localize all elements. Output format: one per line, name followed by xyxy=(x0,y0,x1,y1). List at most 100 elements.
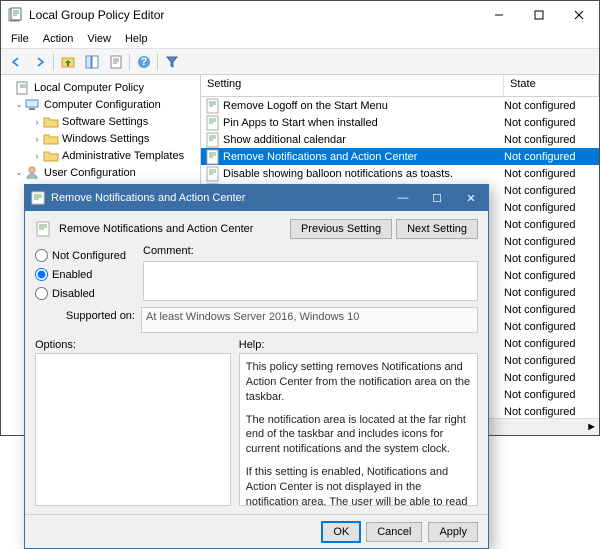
up-button[interactable] xyxy=(57,51,79,73)
radio-label: Enabled xyxy=(52,269,92,281)
supported-row: Supported on: At least Windows Server 20… xyxy=(35,307,478,333)
menubar: File Action View Help xyxy=(1,29,599,49)
config-row: Not Configured Enabled Disabled Comment: xyxy=(35,245,478,301)
row-state: Not configured xyxy=(504,253,599,265)
row-setting: Pin Apps to Start when installed xyxy=(223,117,504,129)
comment-label: Comment: xyxy=(143,245,478,257)
panels-row: Options: Help: This policy setting remov… xyxy=(35,339,478,506)
menu-file[interactable]: File xyxy=(5,31,35,47)
show-hide-tree-button[interactable] xyxy=(81,51,103,73)
row-setting: Disable showing balloon notifications as… xyxy=(223,168,504,180)
dialog-title: Remove Notifications and Action Center xyxy=(51,192,386,204)
close-button[interactable] xyxy=(559,1,599,29)
row-state: Not configured xyxy=(504,202,599,214)
policy-item-icon xyxy=(205,149,221,165)
row-state: Not configured xyxy=(504,355,599,367)
separator-icon xyxy=(129,53,131,71)
scroll-right-icon[interactable]: ► xyxy=(586,421,597,433)
dialog-maximize-button[interactable]: ☐ xyxy=(420,185,454,211)
list-row[interactable]: Remove Logoff on the Start MenuNot confi… xyxy=(201,97,599,114)
minimize-button[interactable] xyxy=(479,1,519,29)
window-buttons xyxy=(479,1,599,29)
menu-action[interactable]: Action xyxy=(37,31,80,47)
tree-label: Administrative Templates xyxy=(62,150,184,162)
tree-label: User Configuration xyxy=(44,167,136,179)
cancel-button[interactable]: Cancel xyxy=(366,522,422,542)
app-icon xyxy=(7,7,23,23)
menu-view[interactable]: View xyxy=(81,31,117,47)
forward-button[interactable] xyxy=(29,51,51,73)
tree-cc-software[interactable]: ›Software Settings xyxy=(3,113,198,130)
options-box[interactable] xyxy=(35,353,231,506)
dialog-body: Remove Notifications and Action Center P… xyxy=(25,211,488,514)
options-panel: Options: xyxy=(35,339,231,506)
dialog-icon xyxy=(31,191,45,205)
dialog-minimize-button[interactable]: — xyxy=(386,185,420,211)
row-state: Not configured xyxy=(504,287,599,299)
row-state: Not configured xyxy=(504,236,599,248)
help-p1: This policy setting removes Notification… xyxy=(246,360,471,405)
tree-user-config[interactable]: ⌄User Configuration xyxy=(3,164,198,181)
separator-icon xyxy=(53,53,55,71)
radio-label: Disabled xyxy=(52,288,95,300)
tree-cc-admin[interactable]: ›Administrative Templates xyxy=(3,147,198,164)
back-button[interactable] xyxy=(5,51,27,73)
dialog-close-button[interactable]: ✕ xyxy=(454,185,488,211)
tree-label: Windows Settings xyxy=(62,133,149,145)
tree-label: Software Settings xyxy=(62,116,148,128)
list-row[interactable]: Show additional calendarNot configured xyxy=(201,131,599,148)
separator-icon xyxy=(157,53,159,71)
col-setting[interactable]: Setting xyxy=(201,75,504,96)
policy-icon xyxy=(35,221,51,237)
radio-not-configured[interactable]: Not Configured xyxy=(35,249,135,262)
row-state: Not configured xyxy=(504,338,599,350)
tree-cc-windows[interactable]: ›Windows Settings xyxy=(3,130,198,147)
row-setting: Show additional calendar xyxy=(223,134,504,146)
row-state: Not configured xyxy=(504,100,599,112)
policy-heading: Remove Notifications and Action Center xyxy=(59,223,282,235)
radio-label: Not Configured xyxy=(52,250,126,262)
dialog-header-row: Remove Notifications and Action Center P… xyxy=(35,219,478,239)
list-row[interactable]: Disable showing balloon notifications as… xyxy=(201,165,599,182)
radio-disabled[interactable]: Disabled xyxy=(35,287,135,300)
policy-item-icon xyxy=(205,166,221,182)
help-p3: If this setting is enabled, Notification… xyxy=(246,465,471,506)
help-p2: The notification area is located at the … xyxy=(246,413,471,458)
filter-button[interactable] xyxy=(161,51,183,73)
list-header: Setting State xyxy=(201,75,599,97)
tree-computer-config[interactable]: ⌄Computer Configuration xyxy=(3,96,198,113)
tree-root[interactable]: Local Computer Policy xyxy=(3,79,198,96)
policy-item-icon xyxy=(205,132,221,148)
policy-item-icon xyxy=(205,98,221,114)
row-state: Not configured xyxy=(504,168,599,180)
help-button[interactable]: ? xyxy=(133,51,155,73)
ok-button[interactable]: OK xyxy=(322,522,360,542)
help-box[interactable]: This policy setting removes Notification… xyxy=(239,353,478,506)
row-setting: Remove Logoff on the Start Menu xyxy=(223,100,504,112)
next-setting-button[interactable]: Next Setting xyxy=(396,219,478,239)
toolbar: ? xyxy=(1,49,599,75)
radio-enabled[interactable]: Enabled xyxy=(35,268,135,281)
row-state: Not configured xyxy=(504,219,599,231)
radio-group: Not Configured Enabled Disabled xyxy=(35,245,135,301)
maximize-button[interactable] xyxy=(519,1,559,29)
row-state: Not configured xyxy=(504,321,599,333)
row-state: Not configured xyxy=(504,304,599,316)
help-label: Help: xyxy=(239,339,478,351)
policy-item-icon xyxy=(205,115,221,131)
list-row[interactable]: Pin Apps to Start when installedNot conf… xyxy=(201,114,599,131)
supported-label: Supported on: xyxy=(35,307,135,322)
properties-button[interactable] xyxy=(105,51,127,73)
apply-button[interactable]: Apply xyxy=(428,522,478,542)
tree-label: Local Computer Policy xyxy=(34,82,144,94)
row-state: Not configured xyxy=(504,134,599,146)
previous-setting-button[interactable]: Previous Setting xyxy=(290,219,392,239)
col-state[interactable]: State xyxy=(504,75,599,96)
policy-dialog: Remove Notifications and Action Center —… xyxy=(24,184,489,549)
svg-text:?: ? xyxy=(141,56,148,68)
comment-textarea[interactable] xyxy=(143,261,478,301)
menu-help[interactable]: Help xyxy=(119,31,154,47)
row-state: Not configured xyxy=(504,117,599,129)
list-row[interactable]: Remove Notifications and Action CenterNo… xyxy=(201,148,599,165)
supported-box: At least Windows Server 2016, Windows 10 xyxy=(141,307,478,333)
